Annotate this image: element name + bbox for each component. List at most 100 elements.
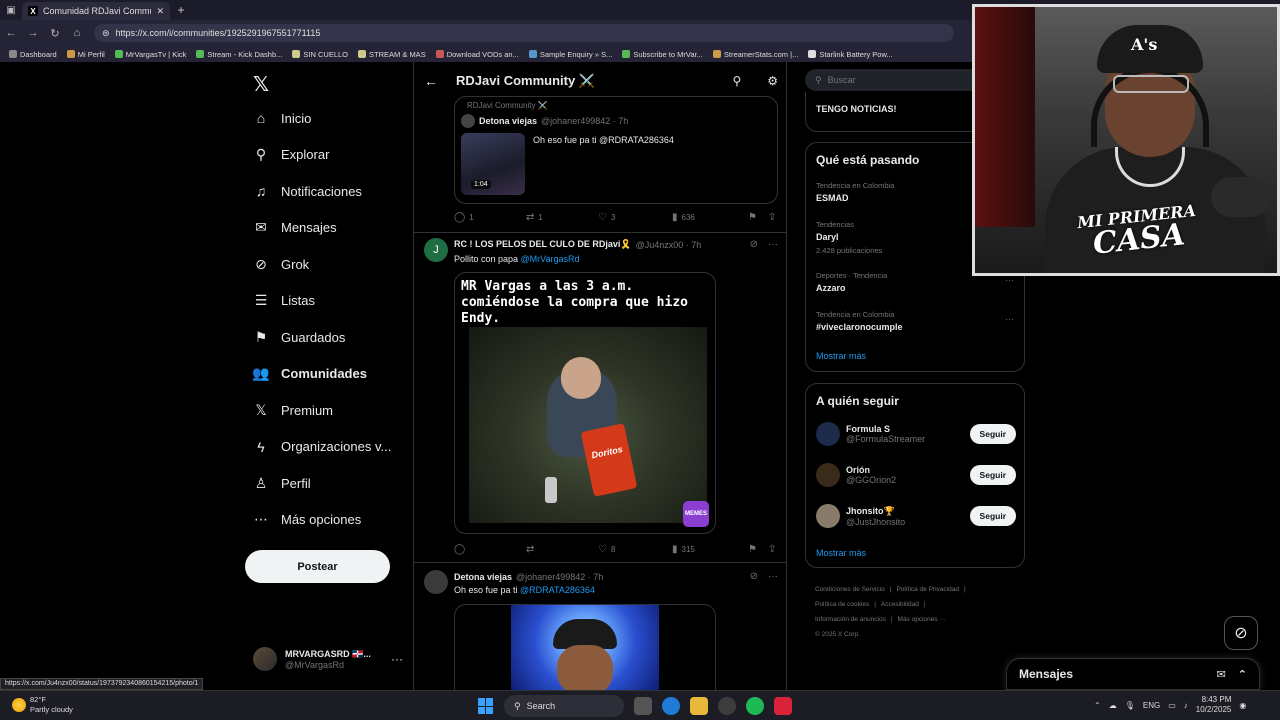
tray-overflow-icon[interactable]: ⌃ — [1094, 701, 1101, 710]
reply-button[interactable]: ◯ 1 — [454, 212, 526, 223]
footer-link[interactable]: Condiciones de Servicio — [815, 586, 885, 593]
grok-explain-icon[interactable]: ⊘ — [750, 571, 758, 582]
footer-link[interactable]: Información de anuncios — [815, 616, 886, 623]
follow-suggestion[interactable]: Jhonsito🏆 @JustJhonsito Seguir — [816, 500, 1016, 532]
avatar[interactable] — [816, 504, 840, 528]
more-icon[interactable]: ··· — [1005, 314, 1014, 324]
nav-item-grok[interactable]: ⊘ Grok — [253, 256, 309, 272]
spotify-icon[interactable] — [746, 697, 764, 715]
back-arrow-icon[interactable]: ← — [424, 73, 438, 89]
forward-icon[interactable]: → — [22, 27, 44, 39]
bookmark-item[interactable]: Download VODs an... — [431, 50, 524, 59]
quoted-post[interactable]: RDJavi Community ⚔️ Detona viejas @johan… — [454, 96, 778, 204]
messages-drawer[interactable]: Mensajes ✉ ⌃ — [1006, 658, 1260, 690]
nav-item-guardados[interactable]: ⚑ Guardados — [253, 329, 346, 345]
trend-name[interactable]: Azzaro — [816, 283, 846, 293]
footer-link[interactable]: Política de cookies — [815, 601, 869, 608]
bookmark-item[interactable]: Starlink Battery Pow... — [803, 50, 897, 59]
post-author-name[interactable]: RC ! LOS PELOS DEL CULO DE RDjavi🎗️ — [454, 239, 632, 250]
share-button[interactable]: ⇪ — [768, 544, 776, 555]
app-red-icon[interactable] — [774, 697, 792, 715]
nav-item-perfil[interactable]: ♙ Perfil — [253, 475, 311, 491]
task-view-icon[interactable] — [634, 697, 652, 715]
bookmark-item[interactable]: Subscribe to MrVar... — [617, 50, 707, 59]
nav-item-listas[interactable]: ☰ Listas — [253, 292, 315, 309]
bookmark-item[interactable]: StreamerStats.com |... — [708, 50, 803, 59]
nav-item-explorar[interactable]: ⚲ Explorar — [253, 146, 330, 163]
repost-button[interactable]: ⇄ — [526, 544, 598, 555]
bookmark-button[interactable]: ⚑ — [748, 212, 768, 223]
follow-button[interactable]: Seguir — [969, 506, 1016, 526]
views-button[interactable]: ▮ 636 — [672, 212, 748, 223]
grok-explain-icon[interactable]: ⊘ — [750, 239, 758, 250]
follow-button[interactable]: Seguir — [969, 465, 1016, 485]
tab-close-icon[interactable]: ✕ — [156, 6, 164, 17]
like-button[interactable]: ♡ 8 — [598, 544, 672, 555]
footer-link[interactable]: Más opciones ··· — [898, 616, 946, 623]
avatar[interactable]: J — [424, 238, 448, 262]
bookmark-item[interactable]: MrVargasTv | Kick — [110, 50, 192, 59]
video-thumbnail[interactable]: 1:04 — [461, 133, 525, 195]
post-image[interactable]: MR Vargas a las 3 a.m. comiéndose la com… — [454, 272, 716, 534]
bookmark-item[interactable]: Dashboard — [4, 50, 62, 59]
more-icon[interactable]: ··· — [768, 571, 778, 582]
views-button[interactable]: ▮ 315 — [672, 544, 748, 555]
bookmark-item[interactable]: SIN CUELLO — [287, 50, 353, 59]
like-button[interactable]: ♡ 3 — [598, 212, 672, 223]
share-button[interactable]: ⇪ — [768, 212, 776, 223]
new-message-icon[interactable]: ✉ — [1217, 668, 1226, 681]
bookmark-item[interactable]: Sample Enquiry » S... — [524, 50, 618, 59]
tab-actions-icon[interactable]: ▣ — [0, 5, 22, 16]
post-image[interactable] — [454, 604, 716, 690]
nav-item-comunidades[interactable]: 👥 Comunidades — [252, 365, 367, 382]
follow-suggestion[interactable]: Orión @GGOrion2 Seguir — [816, 459, 1016, 491]
post-author-name[interactable]: Detona viejas — [454, 572, 512, 582]
show-more-trends[interactable]: Mostrar más — [816, 351, 866, 361]
bookmark-item[interactable]: Mi Perfil — [62, 50, 110, 59]
network-icon[interactable]: ▭ — [1168, 701, 1176, 710]
repost-button[interactable]: ⇄ 1 — [526, 212, 598, 223]
trend-name[interactable]: #viveclaronocumple — [816, 322, 903, 332]
browser-tab-active[interactable]: X Comunidad RDJavi Community ✕ — [22, 2, 170, 20]
follow-suggestion[interactable]: Formula S @FormulaStreamer Seguir — [816, 418, 1016, 450]
obs-icon[interactable] — [718, 697, 736, 715]
more-icon[interactable]: ··· — [768, 239, 778, 250]
back-icon[interactable]: ← — [0, 27, 22, 39]
avatar[interactable] — [424, 570, 448, 594]
account-switcher[interactable]: MRVARGASRD 🇩🇴... @MrVargasRd ··· — [253, 647, 403, 671]
nav-item-mensajes[interactable]: ✉ Mensajes — [253, 219, 337, 236]
mic-tray-icon[interactable]: 🎙 — [1125, 701, 1135, 710]
nav-item-inicio[interactable]: ⌂ Inicio — [253, 110, 312, 126]
x-logo-icon[interactable]: 𝕏 — [253, 72, 269, 97]
language-indicator[interactable]: ENG — [1143, 701, 1160, 710]
post-button[interactable]: Postear — [245, 550, 390, 583]
quote-author-name[interactable]: Detona viejas — [479, 116, 537, 126]
settings-icon[interactable]: ⚙ — [767, 74, 778, 88]
bookmark-button[interactable]: ⚑ — [748, 544, 768, 555]
expand-icon[interactable]: ⌃ — [1238, 668, 1247, 681]
more-icon[interactable]: ··· — [1005, 275, 1014, 285]
notifications-icon[interactable]: ◉ — [1239, 701, 1246, 710]
avatar[interactable] — [816, 422, 840, 446]
weather-widget[interactable]: 82°F Partly cloudy — [12, 695, 73, 715]
footer-link[interactable]: Política de Privacidad — [896, 586, 959, 593]
new-tab-icon[interactable]: + — [170, 3, 192, 17]
mention-link[interactable]: @MrVargasRd — [521, 254, 580, 264]
site-info-icon[interactable]: ⊜ — [102, 28, 110, 39]
edge-icon[interactable] — [662, 697, 680, 715]
refresh-icon[interactable]: ↻ — [44, 27, 66, 40]
cloud-icon[interactable]: ☁ — [1109, 701, 1117, 710]
clock[interactable]: 8:43 PM 10/2/2025 — [1196, 695, 1232, 715]
trend-name[interactable]: Daryl — [816, 232, 839, 242]
nav-item-notificaciones[interactable]: ♫ Notificaciones — [253, 183, 362, 199]
more-icon[interactable]: ··· — [391, 652, 403, 666]
taskbar-search[interactable]: ⚲ Search — [504, 695, 624, 717]
nav-item-premium[interactable]: 𝕏 Premium — [253, 402, 333, 418]
bookmark-item[interactable]: Stream - Kick Dashb... — [191, 50, 287, 59]
reply-button[interactable]: ◯ — [454, 544, 526, 555]
windows-start-icon[interactable] — [478, 698, 494, 714]
trend-name[interactable]: ESMAD — [816, 193, 849, 203]
file-explorer-icon[interactable] — [690, 697, 708, 715]
url-field[interactable]: ⊜ https://x.com/i/communities/1925291967… — [94, 24, 954, 42]
bookmark-item[interactable]: STREAM & MAS — [353, 50, 431, 59]
